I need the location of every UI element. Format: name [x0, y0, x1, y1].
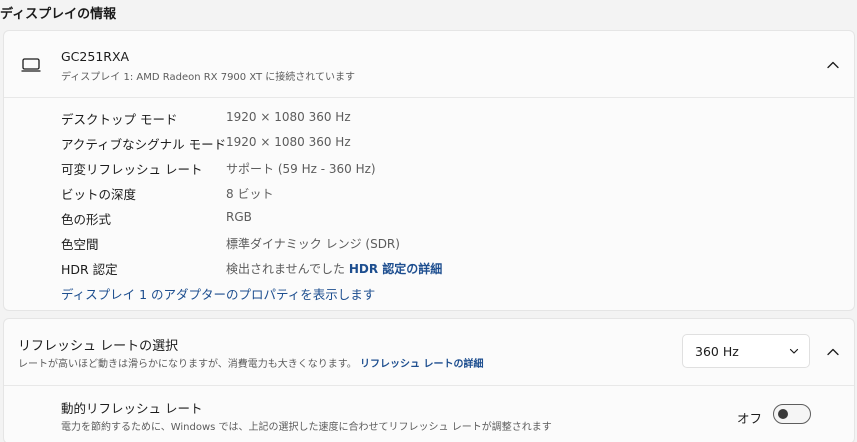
refresh-rate-dropdown[interactable]: 360 Hz: [682, 334, 810, 368]
property-row: 可変リフレッシュ レート サポート (59 Hz - 360 Hz): [61, 159, 761, 184]
refresh-rate-title: リフレッシュ レートの選択: [18, 339, 179, 354]
property-label: 色空間: [61, 237, 99, 252]
property-row: アクティブなシグナル モード 1920 × 1080 360 Hz: [61, 134, 761, 159]
display-card-header[interactable]: GC251RXA ディスプレイ 1: AMD Radeon RX 7900 XT…: [4, 31, 854, 98]
property-label: HDR 認定: [61, 262, 118, 277]
chevron-down-icon: [789, 348, 799, 354]
property-value: 1920 × 1080 360 Hz: [226, 135, 351, 149]
chevron-up-icon[interactable]: [824, 343, 842, 361]
property-label: 色の形式: [61, 212, 112, 227]
property-label: デスクトップ モード: [61, 112, 178, 127]
property-row: 色の形式 RGB: [61, 209, 761, 234]
refresh-rate-selected: 360 Hz: [695, 344, 739, 359]
refresh-desc-text: レートが高いほど動きは滑らかになりますが、消費電力も大きくなります。: [18, 359, 357, 370]
property-label: アクティブなシグナル モード: [61, 137, 227, 152]
refresh-rate-card: リフレッシュ レートの選択 レートが高いほど動きは滑らかになりますが、消費電力も…: [3, 318, 855, 442]
dynamic-refresh-row: 動的リフレッシュ レート 電力を節約するために、Windows では、上記の選択…: [4, 386, 854, 442]
property-row: 色空間 標準ダイナミック レンジ (SDR): [61, 234, 761, 259]
property-row: デスクトップ モード 1920 × 1080 360 Hz: [61, 109, 761, 134]
display-settings-page: ディスプレイの情報 GC251RXA ディスプレイ 1: AMD Radeon …: [0, 0, 857, 442]
toggle-state-label: オフ: [737, 411, 763, 426]
property-value: サポート (59 Hz - 360 Hz): [226, 162, 376, 176]
property-value: 検出されませんでした HDR 認定の詳細: [226, 260, 442, 277]
section-title: ディスプレイの情報: [0, 7, 117, 22]
property-value: 1920 × 1080 360 Hz: [226, 110, 351, 124]
display-properties: デスクトップ モード 1920 × 1080 360 Hz アクティブなシグナル…: [61, 109, 761, 284]
refresh-rate-details-link[interactable]: リフレッシュ レートの詳細: [360, 359, 483, 370]
chevron-up-icon[interactable]: [824, 56, 842, 74]
refresh-rate-header: リフレッシュ レートの選択 レートが高いほど動きは滑らかになりますが、消費電力も…: [4, 319, 854, 386]
property-value: 標準ダイナミック レンジ (SDR): [226, 237, 400, 251]
hdr-certification-link[interactable]: HDR 認定の詳細: [349, 262, 442, 276]
dynamic-refresh-toggle[interactable]: [773, 404, 811, 424]
monitor-icon: [21, 58, 41, 72]
toggle-knob: [778, 409, 788, 419]
property-row: HDR 認定 検出されませんでした HDR 認定の詳細: [61, 259, 761, 284]
display-subtitle: ディスプレイ 1: AMD Radeon RX 7900 XT に接続されていま…: [61, 72, 355, 83]
property-label: 可変リフレッシュ レート: [61, 162, 203, 177]
display-name: GC251RXA: [61, 49, 130, 64]
refresh-rate-description: レートが高いほど動きは滑らかになりますが、消費電力も大きくなります。 リフレッシ…: [18, 355, 483, 370]
display-info-card: GC251RXA ディスプレイ 1: AMD Radeon RX 7900 XT…: [3, 30, 855, 311]
property-value: RGB: [226, 210, 252, 224]
dynamic-refresh-description: 電力を節約するために、Windows では、上記の選択した速度に合わせてリフレッ…: [61, 422, 552, 433]
property-value: 8 ビット: [226, 187, 274, 201]
adapter-properties-link[interactable]: ディスプレイ 1 のアダプターのプロパティを表示します: [61, 284, 375, 303]
property-label: ビットの深度: [61, 187, 137, 202]
property-row: ビットの深度 8 ビット: [61, 184, 761, 209]
hdr-status: 検出されませんでした: [226, 262, 346, 276]
dynamic-refresh-title: 動的リフレッシュ レート: [61, 401, 203, 416]
